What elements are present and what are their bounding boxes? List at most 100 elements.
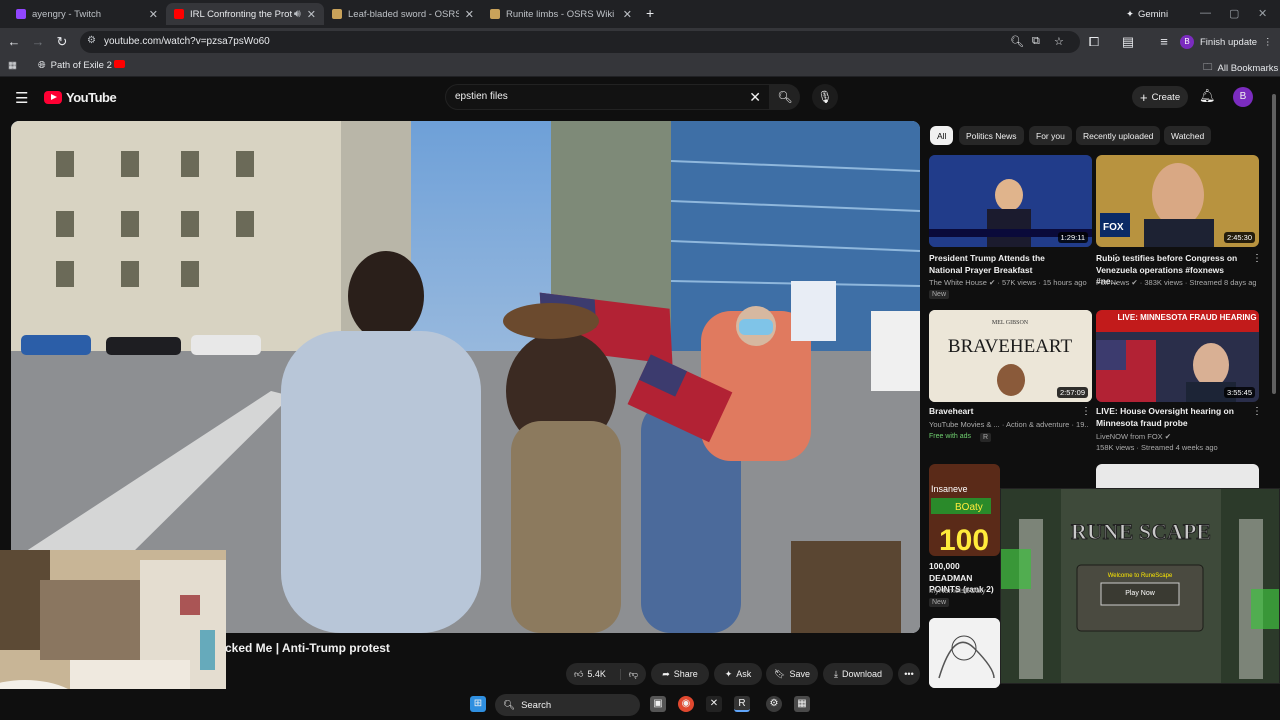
site-info-icon[interactable]: ⚙: [87, 35, 96, 46]
tab-title: Runite limbs - OSRS Wiki: [506, 8, 615, 20]
more-vertical-icon[interactable]: ⋮: [1252, 253, 1262, 264]
windows-start-icon[interactable]: ⊞: [470, 696, 486, 712]
media-icon[interactable]: ≡: [1156, 34, 1172, 50]
create-button[interactable]: + Create: [1132, 86, 1189, 108]
chrome-icon[interactable]: ◉: [678, 696, 694, 712]
osrs-game-overlay[interactable]: RUNE SCAPE Welcome to RuneScape Play Now: [1000, 488, 1280, 684]
rec-views: 158K views · Streamed 4 weeks ago: [1096, 443, 1218, 452]
gemini-button[interactable]: ✦ Gemini: [1120, 5, 1174, 23]
chip-for-you[interactable]: For you: [1029, 126, 1072, 145]
url-text[interactable]: youtube.com/watch?v=pzsa7psWo60: [104, 36, 270, 47]
rec-title[interactable]: President Trump Attends the National Pra…: [929, 253, 1079, 276]
xbox-icon[interactable]: ✕: [706, 696, 722, 712]
rec-title[interactable]: Braveheart: [929, 406, 1079, 418]
sparkle-icon: ✦: [724, 668, 733, 679]
rec-thumbnail[interactable]: FOX 2:45:30: [1096, 155, 1259, 247]
bookmark-star-icon[interactable]: ☆: [1054, 35, 1064, 48]
new-tab-button[interactable]: +: [646, 5, 654, 21]
svg-text:FOX: FOX: [1103, 222, 1124, 233]
rec-channel[interactable]: MyNameIsBOaty: [929, 586, 1000, 595]
rec-thumbnail[interactable]: [929, 618, 1000, 688]
rec-channel[interactable]: LiveNOW from FOX: [1096, 432, 1163, 441]
rec-thumbnail[interactable]: MEL GIBSON BRAVEHEART 2:57:09: [929, 310, 1092, 402]
window-close-icon[interactable]: ✕: [1258, 7, 1267, 20]
thumbs-down-icon[interactable]: 👎︎: [619, 668, 638, 680]
rec-thumbnail[interactable]: [1096, 464, 1259, 488]
rec-thumbnail[interactable]: Insaneve BOaty 100: [929, 464, 1000, 556]
notifications-bell-icon[interactable]: 🔔︎: [1199, 88, 1216, 104]
task-view-icon[interactable]: ▣: [650, 696, 666, 712]
close-icon[interactable]: ✕: [149, 8, 158, 21]
rec-channel[interactable]: Fox News: [1096, 278, 1129, 287]
tab-osrs-wiki-leaf[interactable]: Leaf-bladed sword - OSRS Wiki ✕: [324, 3, 482, 25]
finish-update-button[interactable]: Finish update ⋮: [1200, 33, 1273, 51]
scrollbar-thumb[interactable]: [1272, 94, 1276, 394]
all-bookmarks[interactable]: 🗀 All Bookmarks: [1203, 60, 1278, 76]
forward-icon[interactable]: →: [30, 34, 46, 50]
bookmark-path-of-exile[interactable]: 🌐︎ Path of Exile 2: [38, 60, 112, 71]
tab-twitch[interactable]: ayengry - Twitch ✕: [8, 3, 166, 25]
thumb-text: Insaneve: [931, 484, 968, 494]
tab-title: Leaf-bladed sword - OSRS Wiki: [348, 8, 459, 20]
tab-osrs-wiki-runite[interactable]: Runite limbs - OSRS Wiki ✕: [482, 3, 640, 25]
chip-watched[interactable]: Watched: [1164, 126, 1212, 145]
maximize-icon[interactable]: ▢: [1229, 7, 1239, 20]
video-duration: 3:55:45: [1223, 387, 1255, 398]
share-button[interactable]: ➦ Share: [651, 663, 709, 685]
play-now-button[interactable]: Play Now: [1125, 590, 1156, 597]
close-icon[interactable]: ✕: [307, 8, 316, 21]
more-icon[interactable]: ⋮: [1263, 37, 1273, 48]
clear-search-icon[interactable]: ✕: [749, 89, 761, 106]
speaker-icon[interactable]: 🔊︎: [294, 8, 301, 21]
youtube-logo-text: YouTube: [66, 90, 117, 105]
rec-channel[interactable]: The White House: [929, 278, 987, 287]
taskbar-search-label: Search: [521, 699, 552, 711]
runelite-icon[interactable]: R: [734, 696, 750, 712]
minimize-icon[interactable]: —: [1200, 7, 1211, 19]
back-icon[interactable]: ←: [6, 34, 22, 50]
bookmark-youtube[interactable]: [114, 60, 125, 68]
youtube-logo[interactable]: YouTube: [44, 90, 117, 105]
more-horizontal-icon: •••: [904, 669, 914, 679]
calculator-icon[interactable]: ▦: [794, 696, 810, 712]
install-icon[interactable]: ⧉: [1032, 35, 1040, 48]
page-scrollbar[interactable]: [1271, 82, 1277, 682]
chip-recently-uploaded[interactable]: Recently uploaded: [1076, 126, 1161, 145]
extensions-icon[interactable]: ⧠: [1086, 34, 1102, 50]
zoom-icon[interactable]: 🔍︎: [1010, 35, 1024, 48]
search-button[interactable]: 🔍︎: [770, 84, 800, 110]
taskbar-search[interactable]: 🔍︎ Search: [495, 694, 640, 716]
rec-thumbnail[interactable]: LIVE: MINNESOTA FRAUD HEARING 3:55:45: [1096, 310, 1259, 402]
sidepanel-icon[interactable]: ▤: [1120, 34, 1136, 50]
save-button[interactable]: 🔖︎ Save: [766, 663, 818, 685]
voice-search-button[interactable]: 🎙︎: [812, 84, 838, 110]
address-bar[interactable]: ⚙ youtube.com/watch?v=pzsa7psWo60 🔍︎ ⧉ ☆: [80, 31, 1080, 53]
chip-politics-news[interactable]: Politics News: [959, 126, 1024, 145]
rec-thumbnail[interactable]: 1:29:11: [929, 155, 1092, 247]
tab-youtube[interactable]: IRL Confronting the Protes 🔊︎ ✕: [166, 3, 324, 25]
more-actions-button[interactable]: •••: [898, 663, 920, 685]
more-vertical-icon[interactable]: ⋮: [1081, 406, 1091, 417]
close-icon[interactable]: ✕: [465, 8, 474, 21]
close-icon[interactable]: ✕: [623, 8, 632, 21]
thumbs-up-icon[interactable]: 👍︎: [574, 669, 583, 680]
steam-icon[interactable]: ⚙: [766, 696, 782, 712]
more-vertical-icon[interactable]: ⋮: [1252, 406, 1262, 417]
rec-channel[interactable]: YouTube Movies & ... · Action & adventur…: [929, 420, 1089, 429]
search-query[interactable]: epstien files: [455, 91, 508, 102]
ask-button[interactable]: ✦ Ask: [714, 663, 762, 685]
rec-channel-meta: LiveNOW from FOX ✔: [1096, 432, 1172, 441]
chip-all[interactable]: All: [930, 126, 954, 145]
account-avatar[interactable]: B: [1233, 87, 1253, 107]
profile-avatar[interactable]: B: [1180, 35, 1194, 49]
search-input[interactable]: epstien files ✕: [445, 84, 770, 110]
rec-channel-meta: The White House ✔ · 57K views · 15 hours…: [929, 278, 1087, 287]
download-icon: ⤓: [833, 668, 838, 679]
reload-icon[interactable]: ↻: [54, 34, 70, 50]
new-badge: New: [929, 598, 950, 607]
rec-title[interactable]: LIVE: House Oversight hearing on Minneso…: [1096, 406, 1246, 429]
hamburger-menu-icon[interactable]: ☰: [15, 89, 28, 107]
download-button[interactable]: ⤓ Download: [823, 663, 893, 685]
like-dislike-button[interactable]: 👍︎ 5.4K 👎︎: [566, 663, 646, 685]
apps-icon[interactable]: ▦: [8, 60, 17, 71]
